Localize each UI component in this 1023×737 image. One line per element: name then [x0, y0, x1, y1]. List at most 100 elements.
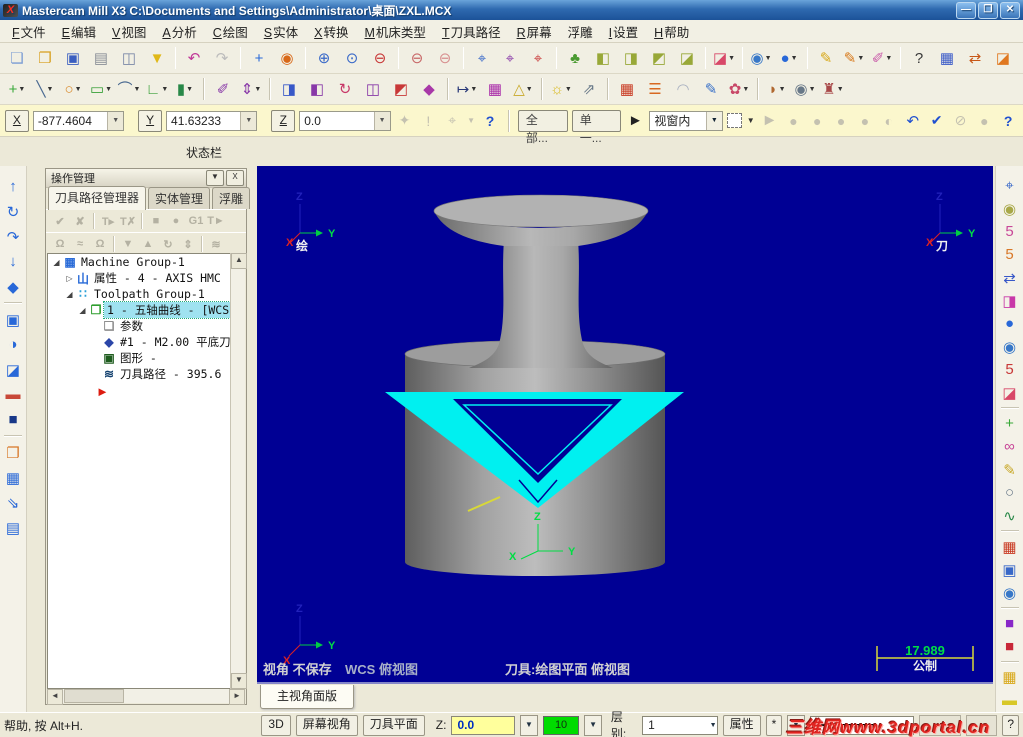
cube-pencil-button[interactable]: ▣: [999, 559, 1021, 580]
dropdown-arrow-icon[interactable]: ▼: [105, 86, 112, 93]
main-view-panel-tab[interactable]: 主视角面版: [260, 685, 354, 709]
gview-side-button[interactable]: ◩: [646, 45, 672, 71]
globe-pencil-button[interactable]: ◉: [999, 582, 1021, 603]
attr-color-red-button[interactable]: ■: [999, 636, 1021, 657]
dropdown-arrow-icon[interactable]: ▼: [161, 86, 168, 93]
dropdown-arrow-icon[interactable]: ▼: [526, 86, 533, 93]
gview-tree-button[interactable]: ♣: [562, 45, 588, 71]
menu-E[interactable]: E编辑: [54, 19, 104, 44]
print-button[interactable]: ▤: [88, 45, 114, 71]
menu-H[interactable]: H帮助: [646, 19, 697, 44]
dropdown-arrow-icon[interactable]: ▼: [470, 86, 477, 93]
tree-item-label[interactable]: Toolpath Group-1: [91, 287, 208, 301]
z-coordinate-input[interactable]: 0.0 ▼: [299, 110, 391, 131]
post-tower-button[interactable]: ♜ ▼: [820, 76, 846, 102]
xform-rotate-button[interactable]: ↻: [332, 76, 358, 102]
repaint-button[interactable]: ⌖: [497, 45, 523, 71]
shade-sphere-button[interactable]: ● ▼: [776, 45, 802, 71]
tree-item-label[interactable]: #1 - M2.00 平底刀: [117, 334, 234, 350]
solid-boolean-button[interactable]: ◑: [2, 333, 24, 356]
menu-C[interactable]: C绘图: [205, 19, 256, 44]
verify-button[interactable]: ●: [166, 212, 186, 231]
color-dropdown[interactable]: ▼: [584, 714, 602, 736]
swap-levels-button[interactable]: ⇄: [962, 45, 988, 71]
x-coordinate-input[interactable]: -877.4604 ▼: [32, 110, 125, 131]
menu-R[interactable]: R屏幕: [509, 19, 560, 44]
graphics-viewport[interactable]: Z Y X 绘 Z Y X 刀 Z Y X Z Y X 17.989 公制 视角…: [257, 166, 993, 684]
tree-item-label[interactable]: 参数: [117, 318, 146, 334]
chevron-down-icon[interactable]: ▼: [240, 111, 257, 130]
operations-tree[interactable]: ◢ ▦ Machine Group-1 ▷ 山属性 - 4 - AXIS HMC ◢ ∷ To…: [47, 253, 245, 689]
create-rectangle-button[interactable]: ▭ ▼: [88, 76, 114, 102]
attributes-button[interactable]: 属性: [722, 714, 761, 736]
render-globe-button[interactable]: ◉: [999, 336, 1021, 357]
add-entity-button[interactable]: +: [999, 413, 1021, 434]
solid-thicken-button[interactable]: ▬: [2, 383, 24, 406]
wireframe-sphere-button[interactable]: ◉: [999, 198, 1021, 219]
analyze-multi-pencil-button[interactable]: ✎ ▼: [841, 45, 867, 71]
panel-collapse-button[interactable]: ▼: [206, 170, 224, 186]
panel-close-button[interactable]: X: [226, 170, 244, 186]
toggle-toolpath-display-button[interactable]: ≈: [70, 235, 90, 254]
tab-刀具路径管理器[interactable]: 刀具路径管理器: [48, 186, 147, 210]
create-fillet-button[interactable]: ⌒ ▼: [116, 76, 142, 102]
measure-vertical-button[interactable]: ⇕ ▼: [238, 76, 264, 102]
dropdown-arrow-icon[interactable]: ▼: [809, 86, 816, 93]
dropdown-arrow-icon[interactable]: ▼: [18, 86, 25, 93]
menu-X[interactable]: X转换: [306, 19, 356, 44]
tree-item-label[interactable]: 图形 -: [117, 350, 160, 366]
selection-help-button[interactable]: ?: [998, 113, 1018, 129]
quick-circle-button[interactable]: ○: [999, 482, 1021, 503]
minimize-button[interactable]: —: [956, 1, 976, 19]
tree-horizontal-scrollbar[interactable]: ◄ ►: [47, 689, 245, 705]
c5-eraser-button[interactable]: 5: [999, 359, 1021, 380]
shaded-cube-button[interactable]: ◪: [999, 382, 1021, 403]
tab-实体管理[interactable]: 实体管理: [148, 187, 211, 209]
solid-revolve-button[interactable]: ↻: [2, 200, 24, 223]
dropdown-arrow-icon[interactable]: ▼: [47, 86, 54, 93]
grid-window-button[interactable]: ▦: [614, 76, 640, 102]
attr-palette-button[interactable]: ▦: [999, 667, 1021, 688]
quick-grid-button[interactable]: ▦: [999, 536, 1021, 557]
regen-selected-button[interactable]: T▸: [98, 212, 118, 231]
align-lines-button[interactable]: ☰: [642, 76, 668, 102]
analyze-pencil-button[interactable]: ✎: [813, 45, 839, 71]
lock-display-button[interactable]: Ω: [90, 235, 110, 254]
menu-I[interactable]: I设置: [601, 19, 647, 44]
solid-block-button[interactable]: ■: [2, 408, 24, 431]
mode-3d-button[interactable]: 3D: [261, 714, 291, 736]
shading-mode-button[interactable]: ◪ ▼: [711, 45, 737, 71]
create-point-button[interactable]: + ▼: [4, 76, 30, 102]
solid-split-button[interactable]: ▦: [2, 466, 24, 489]
color-swatch[interactable]: 10: [542, 715, 580, 735]
scroll-right-button[interactable]: ►: [229, 689, 245, 705]
new-file-button[interactable]: ❏: [4, 45, 30, 71]
close-button[interactable]: ✕: [1000, 1, 1020, 19]
tree-row[interactable]: ◢ ▦ Machine Group-1: [48, 254, 244, 270]
unselect-all-operations-button[interactable]: ✘: [70, 212, 90, 231]
dropdown-arrow-icon[interactable]: ▼: [791, 55, 798, 62]
solid-project-button[interactable]: ⇘: [2, 491, 24, 514]
post-process-button[interactable]: T►: [206, 212, 226, 231]
measure-cursor-button[interactable]: ✐: [210, 76, 236, 102]
scroll-up-button[interactable]: ▲: [231, 253, 247, 269]
coord-help-button[interactable]: ?: [480, 113, 500, 129]
scroll-left-button[interactable]: ◄: [47, 689, 63, 705]
c5-brush-button[interactable]: 5: [999, 244, 1021, 265]
dropdown-arrow-icon[interactable]: ▼: [742, 86, 749, 93]
x-axis-button[interactable]: X: [5, 109, 29, 132]
dynamic-rotate-button[interactable]: ◉: [274, 45, 300, 71]
dropdown-arrow-icon[interactable]: ▼: [186, 86, 193, 93]
g1-edit-button[interactable]: G1: [186, 212, 206, 231]
machine-sim-button[interactable]: ◗ ▼: [764, 76, 790, 102]
status-help-button[interactable]: ?: [1002, 714, 1020, 736]
range-select-combo[interactable]: 视窗内 ▼: [649, 110, 723, 131]
select-single-button[interactable]: 单一...: [571, 109, 622, 145]
open-file-button[interactable]: ❐: [32, 45, 58, 71]
menu-T[interactable]: T刀具路径: [434, 19, 509, 44]
create-polyline-button[interactable]: ∟ ▼: [144, 76, 170, 102]
fit-arrows-button[interactable]: ↦ ▼: [454, 76, 480, 102]
maximize-button[interactable]: ❐: [978, 1, 998, 19]
surface-pencil-button[interactable]: ✎: [698, 76, 724, 102]
tree-row[interactable]: ◆ #1 - M2.00 平底刀: [48, 334, 244, 350]
